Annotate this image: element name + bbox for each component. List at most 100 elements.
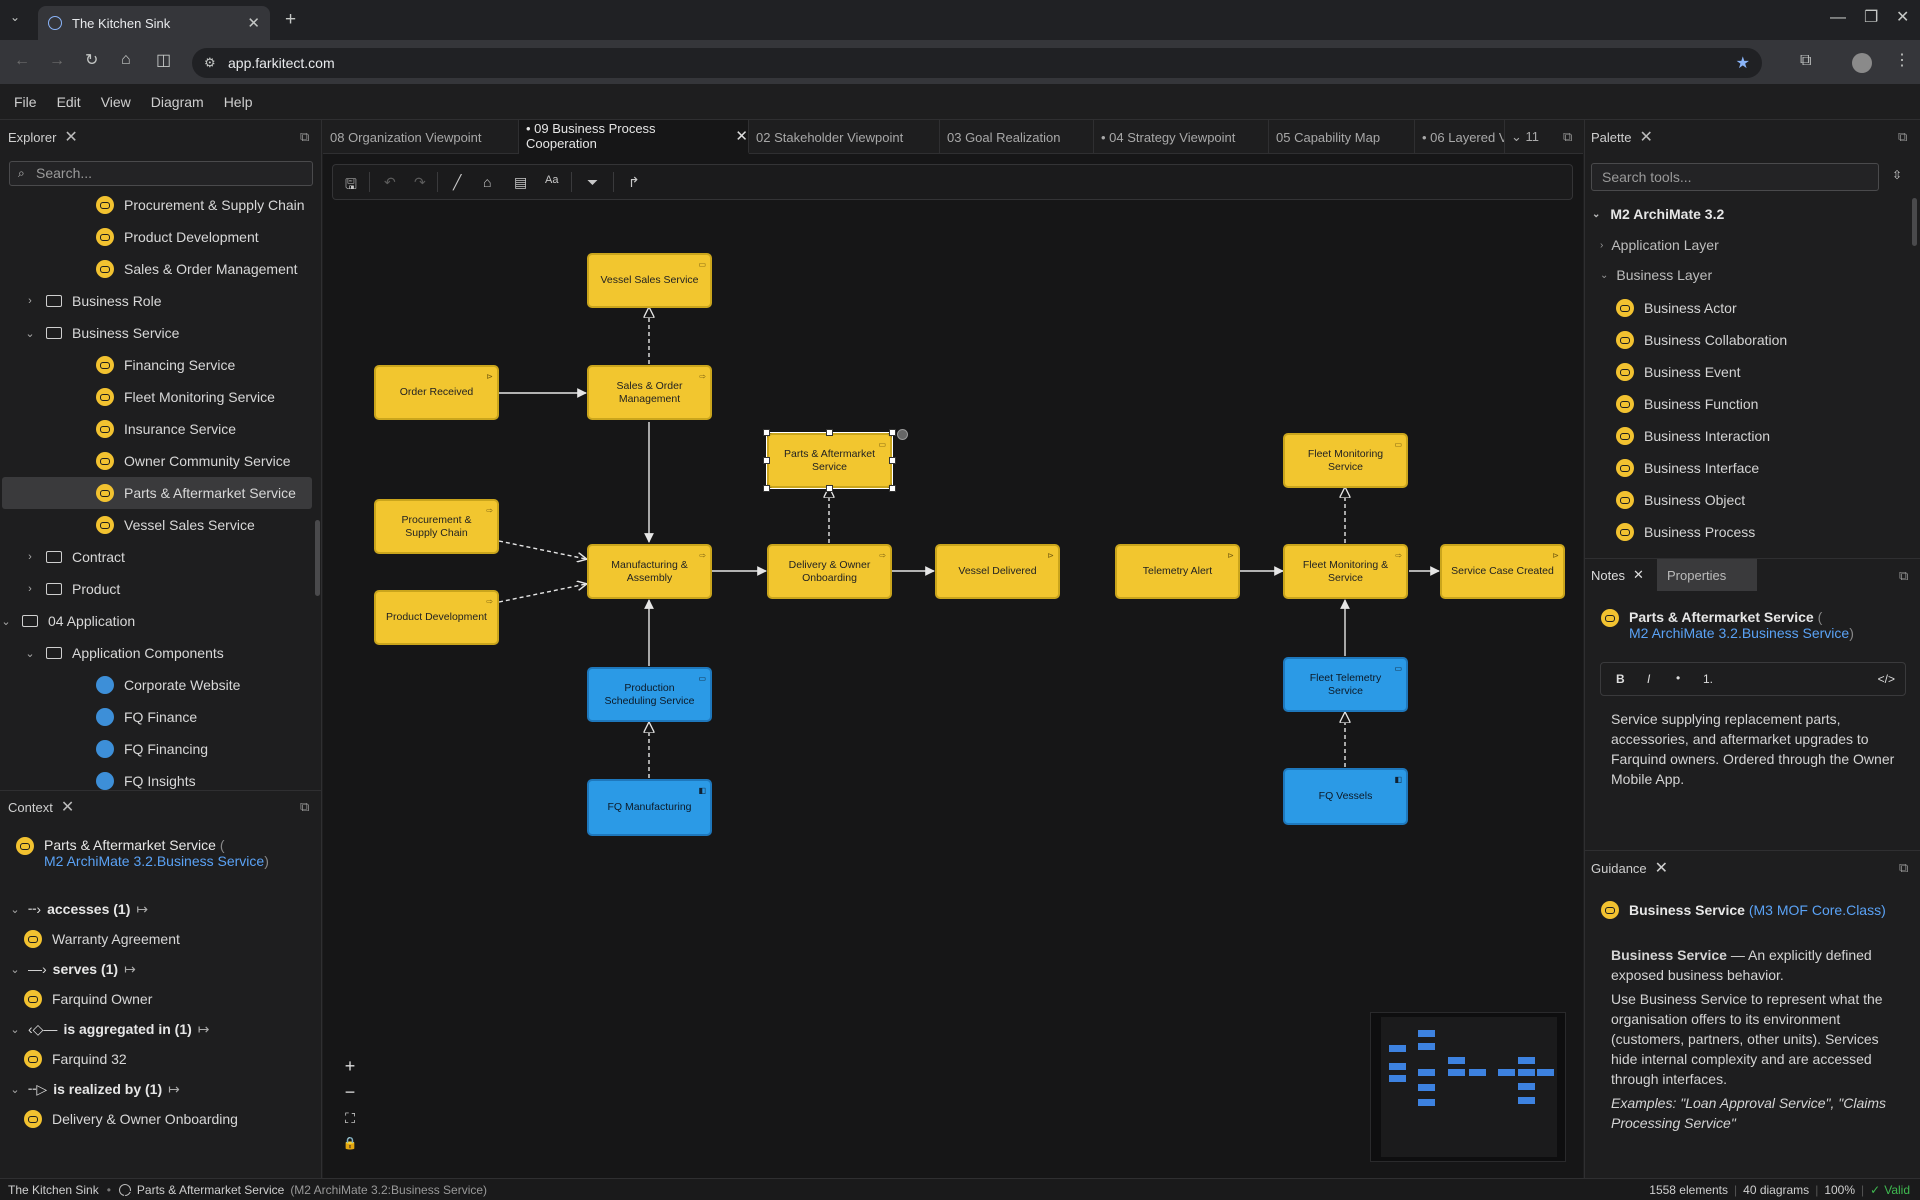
node-product-development[interactable]: ⇨ Product Development — [374, 590, 499, 645]
tab-06-layered-viewpoint[interactable]: • 06 Layered V — [1415, 120, 1505, 154]
connection-handle-icon[interactable] — [897, 429, 908, 440]
close-icon[interactable]: ✕ — [1655, 858, 1668, 878]
tab-properties[interactable]: Properties — [1657, 559, 1757, 591]
menu-file[interactable]: File — [14, 94, 37, 110]
node-delivery-owner-onboarding[interactable]: ⇨ Delivery & Owner Onboarding — [767, 544, 892, 599]
context-relation-group[interactable]: ⌄ ╌▷ is realized by (1) ↦ — [10, 1073, 180, 1105]
guidance-meta-link[interactable]: (M3 MOF Core.Class) — [1749, 902, 1886, 918]
context-related-item[interactable]: Farquind Owner — [24, 983, 152, 1015]
palette-tool-business-function[interactable]: Business Function — [1616, 389, 1758, 419]
navigate-relation-icon[interactable]: ↦ — [124, 961, 136, 978]
node-fq-vessels[interactable]: ◧ FQ Vessels — [1283, 768, 1408, 825]
node-order-received[interactable]: ⊳ Order Received — [374, 365, 499, 420]
palette-tool-business-interface[interactable]: Business Interface — [1616, 453, 1759, 483]
browser-tab[interactable]: The Kitchen Sink ✕ — [38, 6, 270, 40]
menu-diagram[interactable]: Diagram — [151, 94, 204, 110]
node-fleet-monitoring-and-service[interactable]: ⇨ Fleet Monitoring & Service — [1283, 544, 1408, 599]
palette-root-group[interactable]: ⌄ M2 ArchiMate 3.2 — [1592, 199, 1724, 229]
bullet-list-button[interactable]: • — [1676, 671, 1680, 685]
palette-tool-business-event[interactable]: Business Event — [1616, 357, 1741, 387]
tree-item[interactable]: Vessel Sales Service — [96, 509, 255, 541]
restore-icon[interactable]: ❐ — [1864, 10, 1878, 26]
close-icon[interactable]: ✕ — [1633, 567, 1644, 583]
notes-body[interactable]: Service supplying replacement parts, acc… — [1611, 709, 1901, 789]
navigate-relation-icon[interactable]: ↦ — [136, 901, 148, 918]
tag-icon[interactable]: ⌂ — [483, 174, 491, 190]
resize-handle[interactable] — [889, 429, 896, 436]
zoom-in-icon[interactable]: + — [338, 1056, 362, 1080]
node-sales-order-management[interactable]: ⇨ Sales & Order Management — [587, 365, 712, 420]
resize-handle[interactable] — [763, 485, 770, 492]
resize-handle[interactable] — [763, 429, 770, 436]
tree-item[interactable]: › Contract — [22, 541, 125, 573]
chevron-down-icon[interactable]: ⌄ — [10, 963, 20, 976]
forward-icon[interactable]: → — [49, 53, 65, 69]
context-relation-group[interactable]: ⌄ —› serves (1) ↦ — [10, 953, 136, 985]
palette-search-input[interactable]: Search tools... — [1591, 163, 1879, 191]
close-icon[interactable]: ✕ — [1639, 127, 1652, 147]
undo-icon[interactable]: ↶ — [384, 174, 396, 191]
bookmark-star-icon[interactable]: ★ — [1736, 53, 1750, 73]
tree-item[interactable]: Parts & Aftermarket Service — [2, 477, 312, 509]
palette-tool-business-process[interactable]: Business Process — [1616, 517, 1755, 547]
tree-item[interactable]: › Product — [22, 573, 120, 605]
tree-item[interactable]: ⌄ Business Service — [22, 317, 179, 349]
side-panel-icon[interactable]: ◫ — [156, 53, 171, 69]
node-production-scheduling-service[interactable]: ▭ Production Scheduling Service — [587, 667, 712, 722]
chevron-down-icon[interactable]: ⌄ — [0, 615, 14, 628]
node-fleet-telemetry-service[interactable]: ▭ Fleet Telemetry Service — [1283, 657, 1408, 712]
resize-handle[interactable] — [826, 485, 833, 492]
palette-group-application-layer[interactable]: › Application Layer — [1600, 230, 1719, 260]
notes-element-type-link[interactable]: M2 ArchiMate 3.2.Business Service — [1629, 625, 1849, 641]
tree-item[interactable]: FQ Finance — [96, 701, 197, 733]
reload-icon[interactable]: ↻ — [85, 53, 98, 69]
site-info-icon[interactable]: ⚙ — [204, 55, 216, 71]
popout-icon[interactable]: ⧉ — [1899, 860, 1908, 876]
bold-button[interactable]: B — [1616, 672, 1625, 686]
resize-handle[interactable] — [826, 429, 833, 436]
popout-icon[interactable]: ⧉ — [1899, 568, 1908, 584]
palette-tool-business-collaboration[interactable]: Business Collaboration — [1616, 325, 1787, 355]
numbered-list-button[interactable]: 1. — [1703, 672, 1713, 686]
navigate-relation-icon[interactable]: ↦ — [198, 1021, 210, 1038]
chevron-down-icon[interactable]: ⌄ — [10, 903, 20, 916]
node-manufacturing-assembly[interactable]: ⇨ Manufacturing & Assembly — [587, 544, 712, 599]
browser-menu-icon[interactable]: ⋮ — [1894, 53, 1910, 69]
tree-item[interactable]: FQ Financing — [96, 733, 208, 765]
curve-route-icon[interactable]: ↱ — [628, 174, 640, 191]
home-icon[interactable]: ⌂ — [121, 52, 131, 68]
url-bar[interactable]: ⚙ app.farkitect.com ★ — [192, 48, 1762, 78]
close-icon[interactable]: ✕ — [64, 127, 77, 147]
navigate-relation-icon[interactable]: ↦ — [168, 1081, 180, 1098]
chevron-down-icon[interactable]: ⌄ — [22, 647, 38, 660]
close-tab-icon[interactable]: ✕ — [247, 14, 260, 32]
popout-icon[interactable]: ⧉ — [1898, 129, 1907, 145]
tab-09-business-process-cooperation[interactable]: • 09 Business Process Cooperation ✕ — [519, 120, 749, 154]
resize-handle[interactable] — [889, 485, 896, 492]
context-element-type-link[interactable]: M2 ArchiMate 3.2.Business Service — [44, 853, 264, 869]
sort-toggle-icon[interactable]: ⇳ — [1892, 168, 1902, 182]
close-icon[interactable]: ✕ — [61, 797, 74, 817]
resize-handle[interactable] — [763, 457, 770, 464]
tree-item[interactable]: Insurance Service — [96, 413, 236, 445]
tab-04-strategy-viewpoint[interactable]: • 04 Strategy Viewpoint — [1094, 120, 1269, 154]
tree-item[interactable]: Procurement & Supply Chain — [96, 189, 305, 221]
node-procurement-supply-chain[interactable]: ⇨ Procurement & Supply Chain — [374, 499, 499, 554]
tab-overflow-menu[interactable]: ⌄ 11 — [1511, 129, 1539, 145]
source-code-button[interactable]: </> — [1878, 672, 1895, 686]
tab-08-organization-viewpoint[interactable]: 08 Organization Viewpoint — [323, 120, 519, 154]
popout-icon[interactable]: ⧉ — [1563, 129, 1572, 145]
tree-item[interactable]: Sales & Order Management — [96, 253, 298, 285]
back-icon[interactable]: ← — [14, 53, 30, 69]
chevron-down-icon[interactable]: ⌄ — [10, 1023, 20, 1036]
lock-icon[interactable]: 🔒 — [338, 1136, 362, 1160]
profile-avatar[interactable] — [1852, 53, 1872, 73]
menu-view[interactable]: View — [101, 94, 131, 110]
save-icon[interactable]: 🖫 — [345, 174, 357, 198]
explorer-search-input[interactable]: ⌕ Search... — [9, 161, 313, 186]
explorer-scrollbar[interactable] — [315, 520, 320, 596]
new-tab-icon[interactable]: + — [285, 10, 296, 29]
tab-02-stakeholder-viewpoint[interactable]: 02 Stakeholder Viewpoint — [749, 120, 940, 154]
tree-item[interactable]: Corporate Website — [96, 669, 240, 701]
context-related-item[interactable]: Warranty Agreement — [24, 923, 180, 955]
